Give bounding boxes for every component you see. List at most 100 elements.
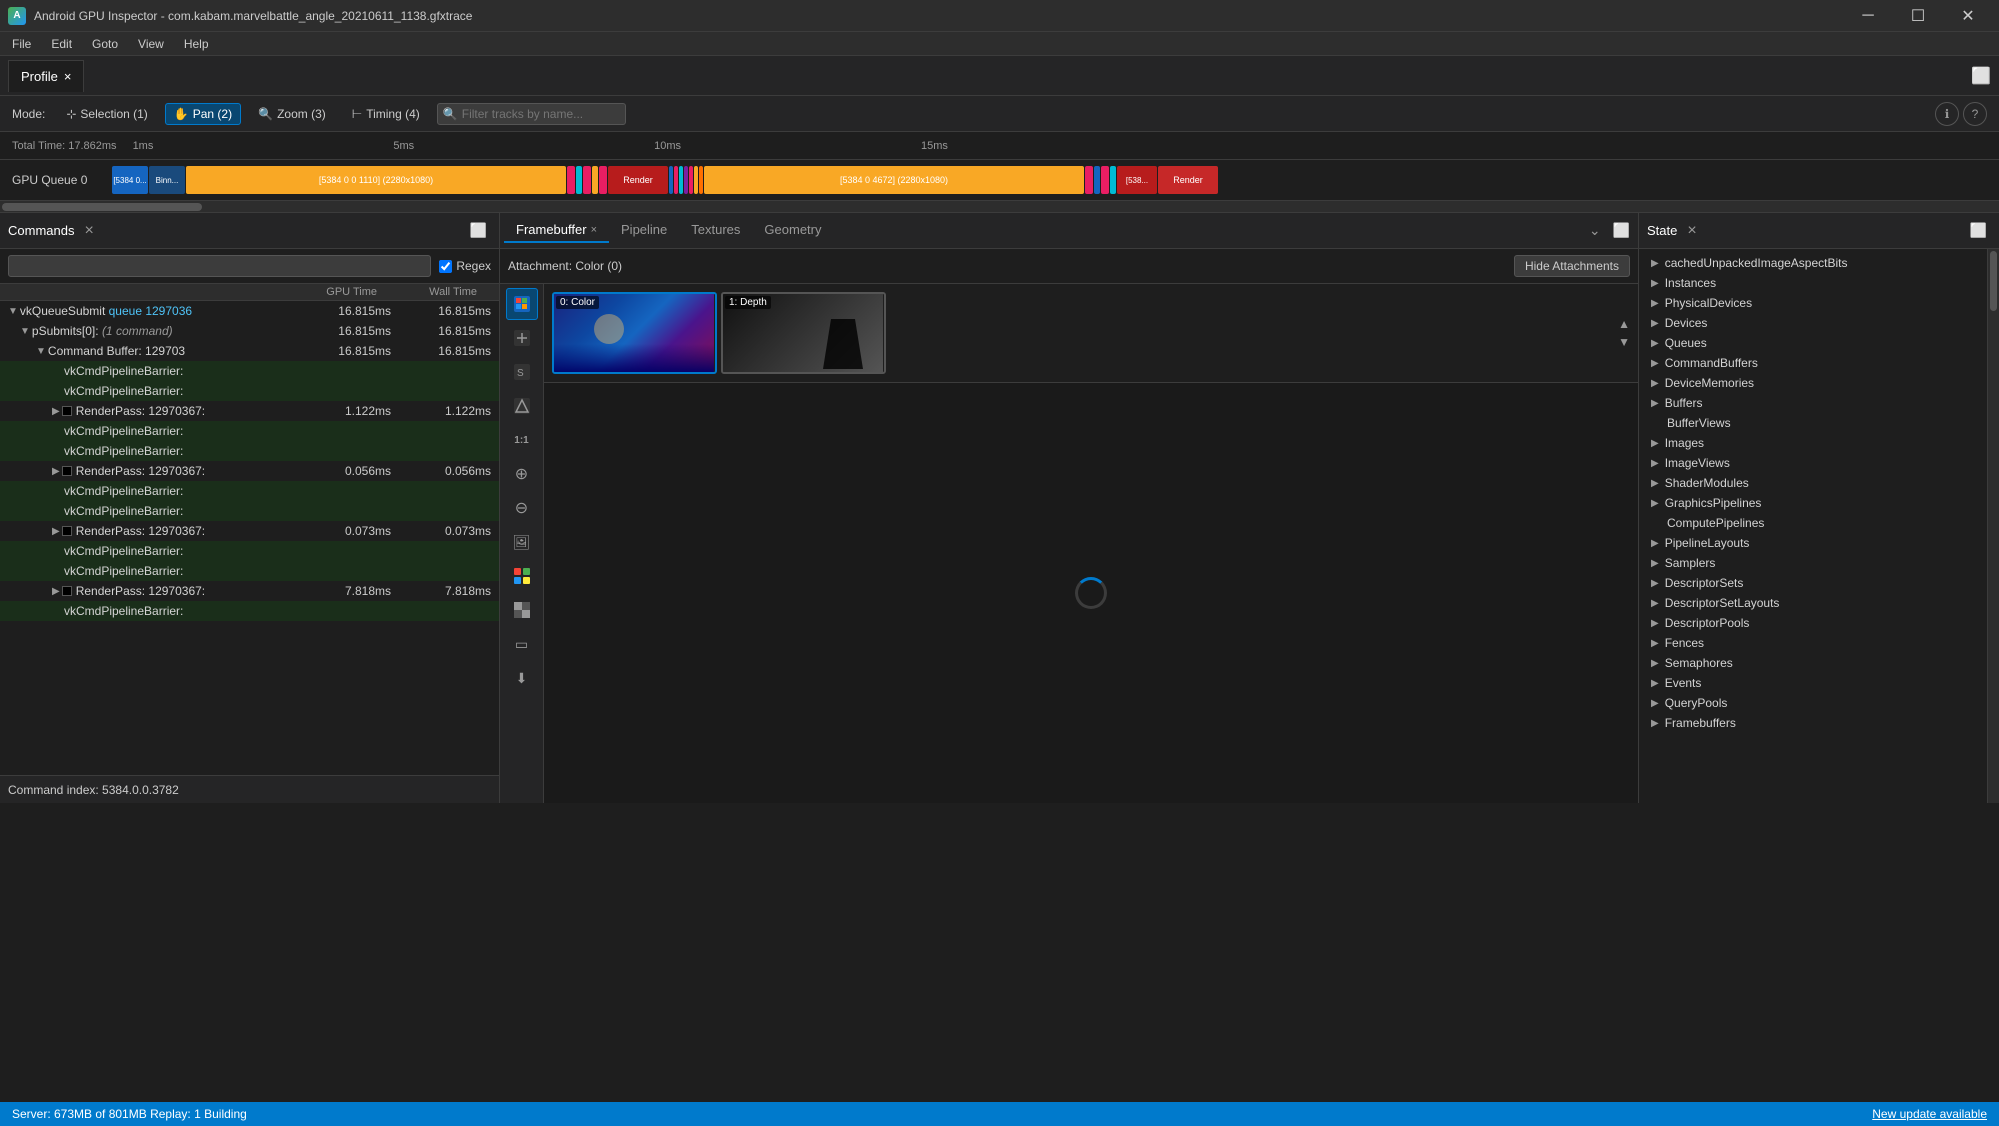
commands-search-input[interactable] <box>8 255 431 277</box>
regex-checkbox[interactable] <box>439 260 452 273</box>
state-item-samplers[interactable]: ▶ Samplers <box>1639 553 1987 573</box>
track-seg-yellow2[interactable] <box>592 166 598 194</box>
framebuffer-depth-tool[interactable] <box>506 322 538 354</box>
table-row[interactable]: ▶ RenderPass: 12970367: 0.073ms 0.073ms <box>0 521 499 541</box>
framebuffer-channels-tool[interactable] <box>506 560 538 592</box>
track-seg-cyan3[interactable] <box>1110 166 1116 194</box>
close-button[interactable]: ✕ <box>1945 0 1991 32</box>
expand-arrow[interactable]: ▼ <box>8 306 18 317</box>
track-seg-pink7[interactable] <box>1101 166 1109 194</box>
framebuffer-viewport[interactable] <box>544 383 1638 803</box>
hide-attachments-button[interactable]: Hide Attachments <box>1514 255 1630 277</box>
tab-geometry[interactable]: Geometry <box>752 218 833 243</box>
state-item-graphicsPipelines[interactable]: ▶ GraphicsPipelines <box>1639 493 1987 513</box>
state-item-deviceMemories[interactable]: ▶ DeviceMemories <box>1639 373 1987 393</box>
state-vertical-scrollbar[interactable] <box>1987 249 1999 803</box>
framebuffer-download-tool[interactable]: ⬇ <box>506 662 538 694</box>
state-item-descriptorSets[interactable]: ▶ DescriptorSets <box>1639 573 1987 593</box>
track-seg-blue3[interactable] <box>1094 166 1100 194</box>
track-seg-pink6[interactable] <box>1085 166 1093 194</box>
menu-edit[interactable]: Edit <box>43 35 80 53</box>
menu-goto[interactable]: Goto <box>84 35 126 53</box>
menu-help[interactable]: Help <box>176 35 217 53</box>
state-item-devices[interactable]: ▶ Devices <box>1639 313 1987 333</box>
state-item-fences[interactable]: ▶ Fences <box>1639 633 1987 653</box>
track-seg-cyan2[interactable] <box>679 166 683 194</box>
state-item-imageViews[interactable]: ▶ ImageViews <box>1639 453 1987 473</box>
table-row[interactable]: ▼ Command Buffer: 129703 16.815ms 16.815… <box>0 341 499 361</box>
expand-arrow[interactable]: ▶ <box>52 586 60 597</box>
table-row[interactable]: vkCmdPipelineBarrier: <box>0 501 499 521</box>
table-row[interactable]: vkCmdPipelineBarrier: <box>0 601 499 621</box>
track-seg-pink5[interactable] <box>689 166 693 194</box>
tab-textures[interactable]: Textures <box>679 218 752 243</box>
track-segment-main[interactable]: [5384 0 0 1110] (2280x1080) <box>186 166 566 194</box>
framebuffer-1to1-tool[interactable]: 1:1 <box>506 424 538 456</box>
framebuffer-crop-tool[interactable]: ▭ <box>506 628 538 660</box>
track-seg-pink3[interactable] <box>599 166 607 194</box>
info-button[interactable]: ℹ <box>1935 102 1959 126</box>
state-item-physicalDevices[interactable]: ▶ PhysicalDevices <box>1639 293 1987 313</box>
menu-file[interactable]: File <box>4 35 39 53</box>
middle-maximize-button[interactable]: ⬜ <box>1609 220 1634 241</box>
help-button[interactable]: ? <box>1963 102 1987 126</box>
table-row[interactable]: vkCmdPipelineBarrier: <box>0 381 499 401</box>
track-seg-pink4[interactable] <box>674 166 678 194</box>
track-segment-binn[interactable]: Binn... <box>149 166 185 194</box>
state-close-button[interactable]: × <box>1683 220 1700 242</box>
framebuffer-color-tool[interactable] <box>506 288 538 320</box>
table-row[interactable]: vkCmdPipelineBarrier: <box>0 361 499 381</box>
state-item-cachedUnpacked[interactable]: ▶ cachedUnpackedImageAspectBits <box>1639 253 1987 273</box>
table-row[interactable]: ▼ pSubmits[0]: (1 command) 16.815ms 16.8… <box>0 321 499 341</box>
state-item-queues[interactable]: ▶ Queues <box>1639 333 1987 353</box>
timing-mode-button[interactable]: ⊢ Timing (4) <box>343 103 429 125</box>
framebuffer-tab-close[interactable]: × <box>591 224 597 236</box>
track-seg-purple[interactable] <box>684 166 688 194</box>
commands-close-button[interactable]: × <box>80 220 97 242</box>
table-row[interactable]: ▼ vkQueueSubmit queue 1297036 16.815ms 1… <box>0 301 499 321</box>
state-item-descriptorPools[interactable]: ▶ DescriptorPools <box>1639 613 1987 633</box>
tab-pipeline[interactable]: Pipeline <box>609 218 679 243</box>
attachment-scroll-down[interactable]: ▼ <box>1618 335 1630 349</box>
expand-arrow[interactable]: ▶ <box>52 406 60 417</box>
scrollbar-thumb[interactable] <box>2 203 202 211</box>
menu-view[interactable]: View <box>130 35 172 53</box>
table-row[interactable]: ▶ RenderPass: 12970367: 1.122ms 1.122ms <box>0 401 499 421</box>
expand-arrow[interactable]: ▼ <box>36 346 46 357</box>
state-item-framebuffers[interactable]: ▶ Framebuffers <box>1639 713 1987 733</box>
commands-maximize-button[interactable]: ⬜ <box>466 220 491 241</box>
filter-tracks-input[interactable] <box>437 103 626 125</box>
state-item-descriptorSetLayouts[interactable]: ▶ DescriptorSetLayouts <box>1639 593 1987 613</box>
state-item-pipelineLayouts[interactable]: ▶ PipelineLayouts <box>1639 533 1987 553</box>
table-row[interactable]: ▶ RenderPass: 12970367: 0.056ms 0.056ms <box>0 461 499 481</box>
track-seg-yellow3[interactable] <box>694 166 698 194</box>
state-item-semaphores[interactable]: ▶ Semaphores <box>1639 653 1987 673</box>
framebuffer-zoom-in-tool[interactable]: ⊕ <box>506 458 538 490</box>
profile-tab-close[interactable]: × <box>64 69 72 84</box>
selection-mode-button[interactable]: ⊹ Selection (1) <box>57 103 156 125</box>
track-seg-cyan1[interactable] <box>576 166 582 194</box>
middle-expand-button[interactable]: ⌄ <box>1585 220 1605 241</box>
gpu-queue-track[interactable]: [5384 0... Binn... [5384 0 0 1110] (2280… <box>112 164 1987 196</box>
maximize-button[interactable]: ☐ <box>1895 0 1941 32</box>
framebuffer-zoom-out-tool[interactable]: ⊖ <box>506 492 538 524</box>
state-item-commandBuffers[interactable]: ▶ CommandBuffers <box>1639 353 1987 373</box>
state-scrollbar-thumb[interactable] <box>1990 251 1997 311</box>
expand-arrow[interactable]: ▶ <box>52 526 60 537</box>
framebuffer-checker-tool[interactable] <box>506 594 538 626</box>
table-row[interactable]: vkCmdPipelineBarrier: <box>0 441 499 461</box>
state-item-buffers[interactable]: ▶ Buffers <box>1639 393 1987 413</box>
track-seg-pink2[interactable] <box>583 166 591 194</box>
track-segment[interactable]: [5384 0... <box>112 166 148 194</box>
track-seg-render[interactable]: Render <box>608 166 668 194</box>
framebuffer-stencil-tool[interactable]: S <box>506 356 538 388</box>
state-item-queryPools[interactable]: ▶ QueryPools <box>1639 693 1987 713</box>
state-item-images[interactable]: ▶ Images <box>1639 433 1987 453</box>
framebuffer-export-tool[interactable]: 🖼 <box>506 526 538 558</box>
table-row[interactable]: vkCmdPipelineBarrier: <box>0 481 499 501</box>
attachment-scroll-up[interactable]: ▲ <box>1618 317 1630 331</box>
color-attachment-thumb[interactable]: 0: Color <box>552 292 717 374</box>
horizontal-scrollbar[interactable] <box>0 200 1999 212</box>
profile-tab[interactable]: Profile × <box>8 60 84 92</box>
tab-framebuffer[interactable]: Framebuffer × <box>504 218 609 243</box>
